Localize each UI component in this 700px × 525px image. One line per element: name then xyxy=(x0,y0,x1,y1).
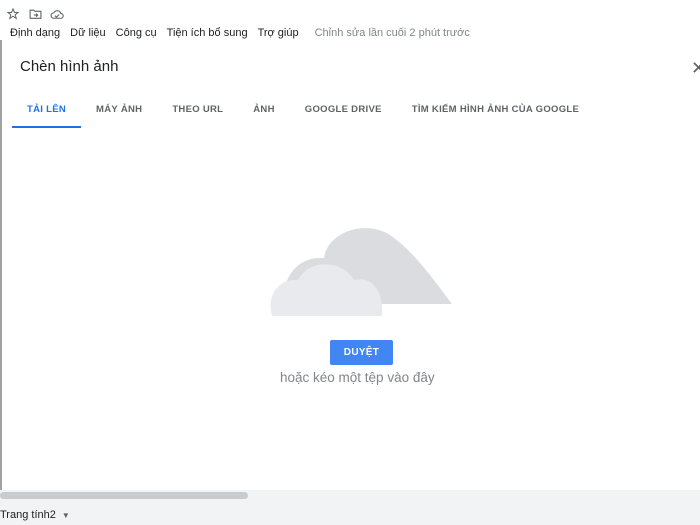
tab-camera[interactable]: MÁY ẢNH xyxy=(81,100,157,125)
browse-button[interactable]: DUYỆT xyxy=(330,340,393,365)
folder-move-icon[interactable] xyxy=(28,7,42,21)
toolbar-icons xyxy=(6,6,64,22)
drag-drop-hint: hoặc kéo một tệp vào đây xyxy=(280,370,435,385)
sheet-bar: Trang tính2 ▼ xyxy=(0,490,700,525)
sheet-tab-label: Trang tính2 xyxy=(0,509,56,521)
cloud-saved-icon[interactable] xyxy=(50,7,64,21)
dialog-title: Chèn hình ảnh xyxy=(20,58,119,75)
menu-bar: Định dạng Dữ liệu Công cụ Tiện ích bổ su… xyxy=(10,27,470,39)
insert-image-dialog: Chèn hình ảnh ✕ TẢI LÊN MÁY ẢNH THEO URL… xyxy=(2,40,700,490)
scrollbar-thumb[interactable] xyxy=(0,492,248,499)
menu-item-format[interactable]: Định dạng xyxy=(10,27,60,39)
menu-item-data[interactable]: Dữ liệu xyxy=(70,27,106,39)
menu-item-help[interactable]: Trợ giúp xyxy=(258,27,299,39)
star-icon[interactable] xyxy=(6,7,20,21)
tab-by-url[interactable]: THEO URL xyxy=(157,100,238,125)
caret-down-icon[interactable]: ▼ xyxy=(62,511,70,520)
close-icon[interactable]: ✕ xyxy=(691,58,700,79)
tab-google-image-search[interactable]: TÌM KIẾM HÌNH ẢNH CỦA GOOGLE xyxy=(397,100,594,125)
menu-item-addons[interactable]: Tiện ích bổ sung xyxy=(167,27,248,39)
app-toolbar: Định dạng Dữ liệu Công cụ Tiện ích bổ su… xyxy=(0,0,700,40)
cloud-upload-illustration xyxy=(270,218,452,323)
sheet-tab[interactable]: Trang tính2 ▼ xyxy=(0,509,70,521)
tab-google-drive[interactable]: GOOGLE DRIVE xyxy=(290,100,397,125)
menu-item-tools[interactable]: Công cụ xyxy=(116,27,157,39)
tab-photos[interactable]: ẢNH xyxy=(238,100,289,125)
last-edit-status[interactable]: Chỉnh sửa lần cuối 2 phút trước xyxy=(315,27,470,39)
tab-upload[interactable]: TẢI LÊN xyxy=(12,100,82,128)
dialog-tabs: TẢI LÊN MÁY ẢNH THEO URL ẢNH GOOGLE DRIV… xyxy=(12,100,594,128)
